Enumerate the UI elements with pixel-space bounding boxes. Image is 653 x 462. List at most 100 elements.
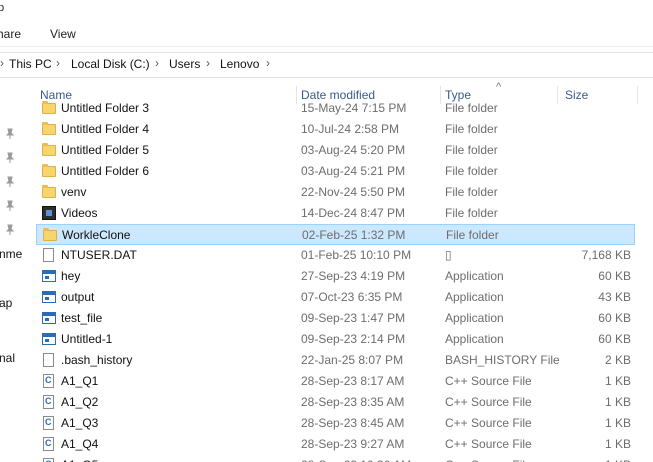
file-row[interactable]: Untitled Folder 6 03-Aug-24 5:21 PM File f… bbox=[36, 161, 635, 182]
file-type: C++ Source File bbox=[445, 374, 532, 388]
file-name: NTUSER.DAT bbox=[61, 248, 137, 262]
pin-icon[interactable] bbox=[4, 152, 16, 164]
chevron-right-icon[interactable]: › bbox=[56, 56, 60, 70]
file-date-modified: 28-Sep-23 8:35 AM bbox=[301, 395, 405, 409]
sort-ascending-icon: ^ bbox=[496, 81, 502, 93]
file-row[interactable]: .bash_history 22-Jan-25 8:07 PM BASH_HISTO… bbox=[36, 350, 635, 371]
file-type: C++ Source File bbox=[445, 458, 532, 462]
breadcrumb-local-disk[interactable]: Local Disk (C:) bbox=[71, 57, 150, 71]
folder-icon bbox=[42, 143, 56, 156]
file-row[interactable]: Untitled Folder 5 03-Aug-24 5:20 PM File f… bbox=[36, 140, 635, 161]
file-icon bbox=[43, 353, 54, 367]
folder-icon bbox=[43, 228, 57, 241]
file-row[interactable]: hey 27-Sep-23 4:19 PM Application 60 KB bbox=[36, 266, 635, 287]
chevron-right-icon[interactable]: › bbox=[206, 56, 210, 70]
file-size: 60 KB bbox=[598, 332, 631, 346]
file-size: 43 KB bbox=[598, 290, 631, 304]
file-name: .bash_history bbox=[61, 353, 133, 367]
file-row[interactable]: A1_Q3 28-Sep-23 8:45 AM C++ Source File 1 K… bbox=[36, 413, 635, 434]
file-row[interactable]: test_file 09-Sep-23 1:47 PM Application 60 … bbox=[36, 308, 635, 329]
file-date-modified: 15-May-24 7:15 PM bbox=[301, 101, 407, 115]
file-date-modified: 09-Sep-23 1:47 PM bbox=[301, 311, 406, 325]
file-row[interactable]: Untitled-1 09-Sep-23 2:14 PM Application 60… bbox=[36, 329, 635, 350]
pin-icon[interactable] bbox=[4, 200, 16, 212]
nav-item[interactable]: nme bbox=[0, 247, 22, 261]
address-bar[interactable]: › This PC › Local Disk (C:) › Users › Le… bbox=[0, 52, 653, 78]
cpp-icon bbox=[43, 437, 54, 451]
file-size: 60 KB bbox=[598, 311, 631, 325]
file-name: A1_Q3 bbox=[61, 416, 99, 430]
nav-item[interactable]: nal bbox=[0, 351, 15, 365]
file-type: Application bbox=[445, 290, 504, 304]
file-name: Untitled Folder 3 bbox=[61, 101, 150, 115]
file-row[interactable]: NTUSER.DAT 01-Feb-25 10:10 PM ▯ 7,168 KB bbox=[36, 245, 635, 266]
file-name: Untitled Folder 4 bbox=[61, 122, 150, 136]
file-type: File folder bbox=[446, 228, 499, 242]
file-type: File folder bbox=[445, 206, 498, 220]
file-name: test_file bbox=[61, 311, 103, 325]
file-name: Untitled-1 bbox=[61, 332, 113, 346]
file-name: hey bbox=[61, 269, 81, 283]
window-title: p bbox=[0, 2, 5, 14]
file-date-modified: 28-Sep-23 10:30 AM bbox=[301, 458, 411, 462]
file-date-modified: 03-Aug-24 5:21 PM bbox=[301, 164, 406, 178]
file-type: File folder bbox=[445, 101, 498, 115]
tab-share[interactable]: hare bbox=[0, 27, 21, 41]
file-name: Untitled Folder 6 bbox=[61, 164, 150, 178]
folder-icon bbox=[42, 122, 56, 135]
file-date-modified: 01-Feb-25 10:10 PM bbox=[301, 248, 412, 262]
pin-icon[interactable] bbox=[4, 128, 16, 140]
file-type: File folder bbox=[445, 164, 498, 178]
file-row[interactable]: Untitled Folder 4 10-Jul-24 2:58 PM File f… bbox=[36, 119, 635, 140]
pin-icon[interactable] bbox=[4, 176, 16, 188]
file-row[interactable]: output 07-Oct-23 6:35 PM Application 43 KB bbox=[36, 287, 635, 308]
file-row[interactable]: A1_Q5 28-Sep-23 10:30 AM C++ Source File 1 … bbox=[36, 455, 635, 462]
file-date-modified: 22-Nov-24 5:50 PM bbox=[301, 185, 406, 199]
file-type: C++ Source File bbox=[445, 437, 532, 451]
file-date-modified: 03-Aug-24 5:20 PM bbox=[301, 143, 406, 157]
file-name: A1_Q4 bbox=[61, 437, 99, 451]
file-date-modified: 07-Oct-23 6:35 PM bbox=[301, 290, 403, 304]
file-date-modified: 27-Sep-23 4:19 PM bbox=[301, 269, 406, 283]
file-date-modified: 14-Dec-24 8:47 PM bbox=[301, 206, 406, 220]
file-date-modified: 10-Jul-24 2:58 PM bbox=[301, 122, 400, 136]
file-name: venv bbox=[61, 185, 87, 199]
file-name: A1_Q5 bbox=[61, 458, 98, 462]
file-row[interactable]: A1_Q2 28-Sep-23 8:35 AM C++ Source File 1 K… bbox=[36, 392, 635, 413]
file-size: 2 KB bbox=[604, 353, 631, 367]
folder-icon bbox=[42, 101, 56, 114]
file-date-modified: 28-Sep-23 8:45 AM bbox=[301, 416, 405, 430]
file-type: File folder bbox=[445, 143, 498, 157]
file-name: Videos bbox=[61, 206, 98, 220]
tab-view[interactable]: View bbox=[50, 27, 76, 41]
file-type: Application bbox=[445, 269, 504, 283]
chevron-right-icon[interactable]: › bbox=[155, 56, 159, 70]
file-type: Application bbox=[445, 332, 504, 346]
folder-icon bbox=[42, 164, 56, 177]
video-icon bbox=[42, 206, 56, 220]
file-size: 7,168 KB bbox=[581, 248, 631, 262]
cpp-icon bbox=[43, 416, 54, 430]
file-row[interactable]: A1_Q4 28-Sep-23 9:27 AM C++ Source File 1 K… bbox=[36, 434, 635, 455]
chevron-right-icon: › bbox=[0, 56, 4, 70]
file-row[interactable]: Untitled Folder 3 15-May-24 7:15 PM File f… bbox=[36, 100, 635, 119]
navigation-pane: nme ap nal bbox=[0, 84, 22, 462]
file-icon bbox=[43, 248, 54, 262]
file-type: C++ Source File bbox=[445, 395, 532, 409]
file-row[interactable]: A1_Q1 28-Sep-23 8:17 AM C++ Source File 1 K… bbox=[36, 371, 635, 392]
nav-item[interactable]: ap bbox=[0, 296, 12, 310]
chevron-right-icon[interactable]: › bbox=[266, 56, 270, 70]
file-date-modified: 28-Sep-23 9:27 AM bbox=[301, 437, 405, 451]
file-name: Untitled Folder 5 bbox=[61, 143, 150, 157]
file-type: File folder bbox=[445, 122, 498, 136]
file-date-modified: 22-Jan-25 8:07 PM bbox=[301, 353, 404, 367]
file-row[interactable]: WorkleClone 02-Feb-25 1:32 PM File folder bbox=[36, 224, 635, 245]
breadcrumb-this-pc[interactable]: This PC bbox=[9, 57, 52, 71]
cpp-icon bbox=[43, 374, 54, 388]
file-row[interactable]: Videos 14-Dec-24 8:47 PM File folder bbox=[36, 203, 635, 224]
breadcrumb-lenovo[interactable]: Lenovo bbox=[220, 57, 259, 71]
breadcrumb-users[interactable]: Users bbox=[169, 57, 200, 71]
file-row[interactable]: venv 22-Nov-24 5:50 PM File folder bbox=[36, 182, 635, 203]
app-icon bbox=[42, 270, 56, 282]
pin-icon[interactable] bbox=[4, 224, 16, 236]
